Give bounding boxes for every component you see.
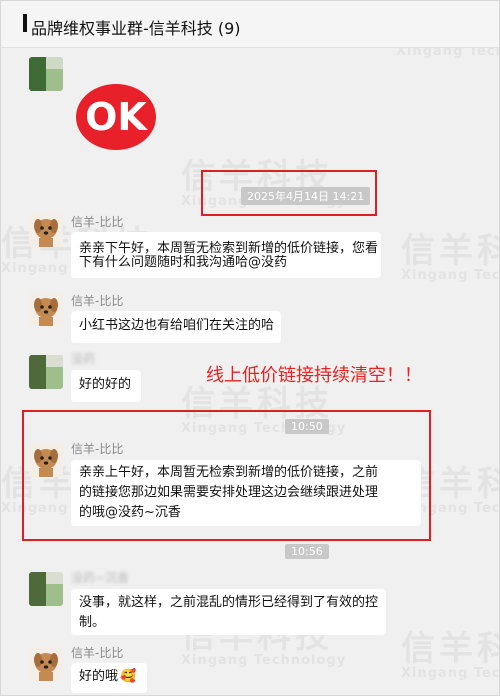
dog-avatar-icon bbox=[29, 292, 63, 326]
avatar[interactable] bbox=[29, 355, 63, 389]
avatar[interactable] bbox=[29, 443, 63, 477]
timestamp: 10:50 bbox=[285, 419, 329, 434]
avatar[interactable] bbox=[29, 292, 63, 326]
chat-window: 信羊科技 Xingang Technology 信羊科技 Xingang Tec… bbox=[0, 0, 500, 696]
message-bubble[interactable]: 亲亲下午好，本周暂无检索到新增的低价链接，您看 下有什么问题随时和我沟通哈@没药 bbox=[71, 232, 381, 278]
timestamp: 2025年4月14日 14:21 bbox=[241, 187, 371, 205]
annotation-text: 线上低价链接持续清空！！ bbox=[206, 365, 422, 386]
sender-name: 没药~沉香 bbox=[71, 571, 130, 585]
ok-sticker: OK bbox=[75, 83, 157, 155]
message-bubble[interactable]: 亲亲上午好，本周暂无检索到新增的低价链接，之前 的链接您那边如果需要安排处理这边… bbox=[71, 460, 421, 526]
sender-name: 信羊-比比 bbox=[71, 294, 124, 308]
message-bubble[interactable]: 没事，就这样，之前混乱的情形已经得到了有效的控 制。 bbox=[71, 589, 386, 635]
title-truncation-mark bbox=[23, 14, 27, 32]
smiling-face-hearts-icon: 🥰 bbox=[120, 669, 137, 684]
sender-name: 没药 bbox=[71, 352, 96, 366]
avatar[interactable] bbox=[29, 647, 63, 681]
watermark: 信羊科技 Xingang Technology bbox=[401, 629, 500, 681]
chat-title: 品牌维权事业群-信羊科技 (9) bbox=[31, 19, 241, 38]
avatar[interactable] bbox=[29, 572, 63, 606]
sender-name: 信羊-比比 bbox=[71, 215, 124, 229]
avatar[interactable] bbox=[29, 57, 63, 91]
dog-avatar-icon bbox=[29, 213, 63, 247]
watermark: 信羊科技 Xingang Technology bbox=[401, 231, 500, 283]
title-bar: 品牌维权事业群-信羊科技 (9) bbox=[1, 1, 499, 48]
dog-avatar-icon bbox=[29, 647, 63, 681]
ok-sticker-text: OK bbox=[85, 95, 148, 139]
timestamp: 10:56 bbox=[285, 544, 329, 559]
message-bubble[interactable]: 好的哦 🥰 bbox=[71, 663, 147, 693]
message-bubble[interactable]: 好的好的 bbox=[71, 370, 141, 402]
dog-avatar-icon bbox=[29, 443, 63, 477]
sender-name: 信羊-比比 bbox=[71, 442, 124, 456]
avatar[interactable] bbox=[29, 213, 63, 247]
sender-name: 信羊-比比 bbox=[71, 646, 124, 660]
message-bubble[interactable]: 小红书这边也有给咱们在关注的哈 bbox=[71, 311, 281, 343]
